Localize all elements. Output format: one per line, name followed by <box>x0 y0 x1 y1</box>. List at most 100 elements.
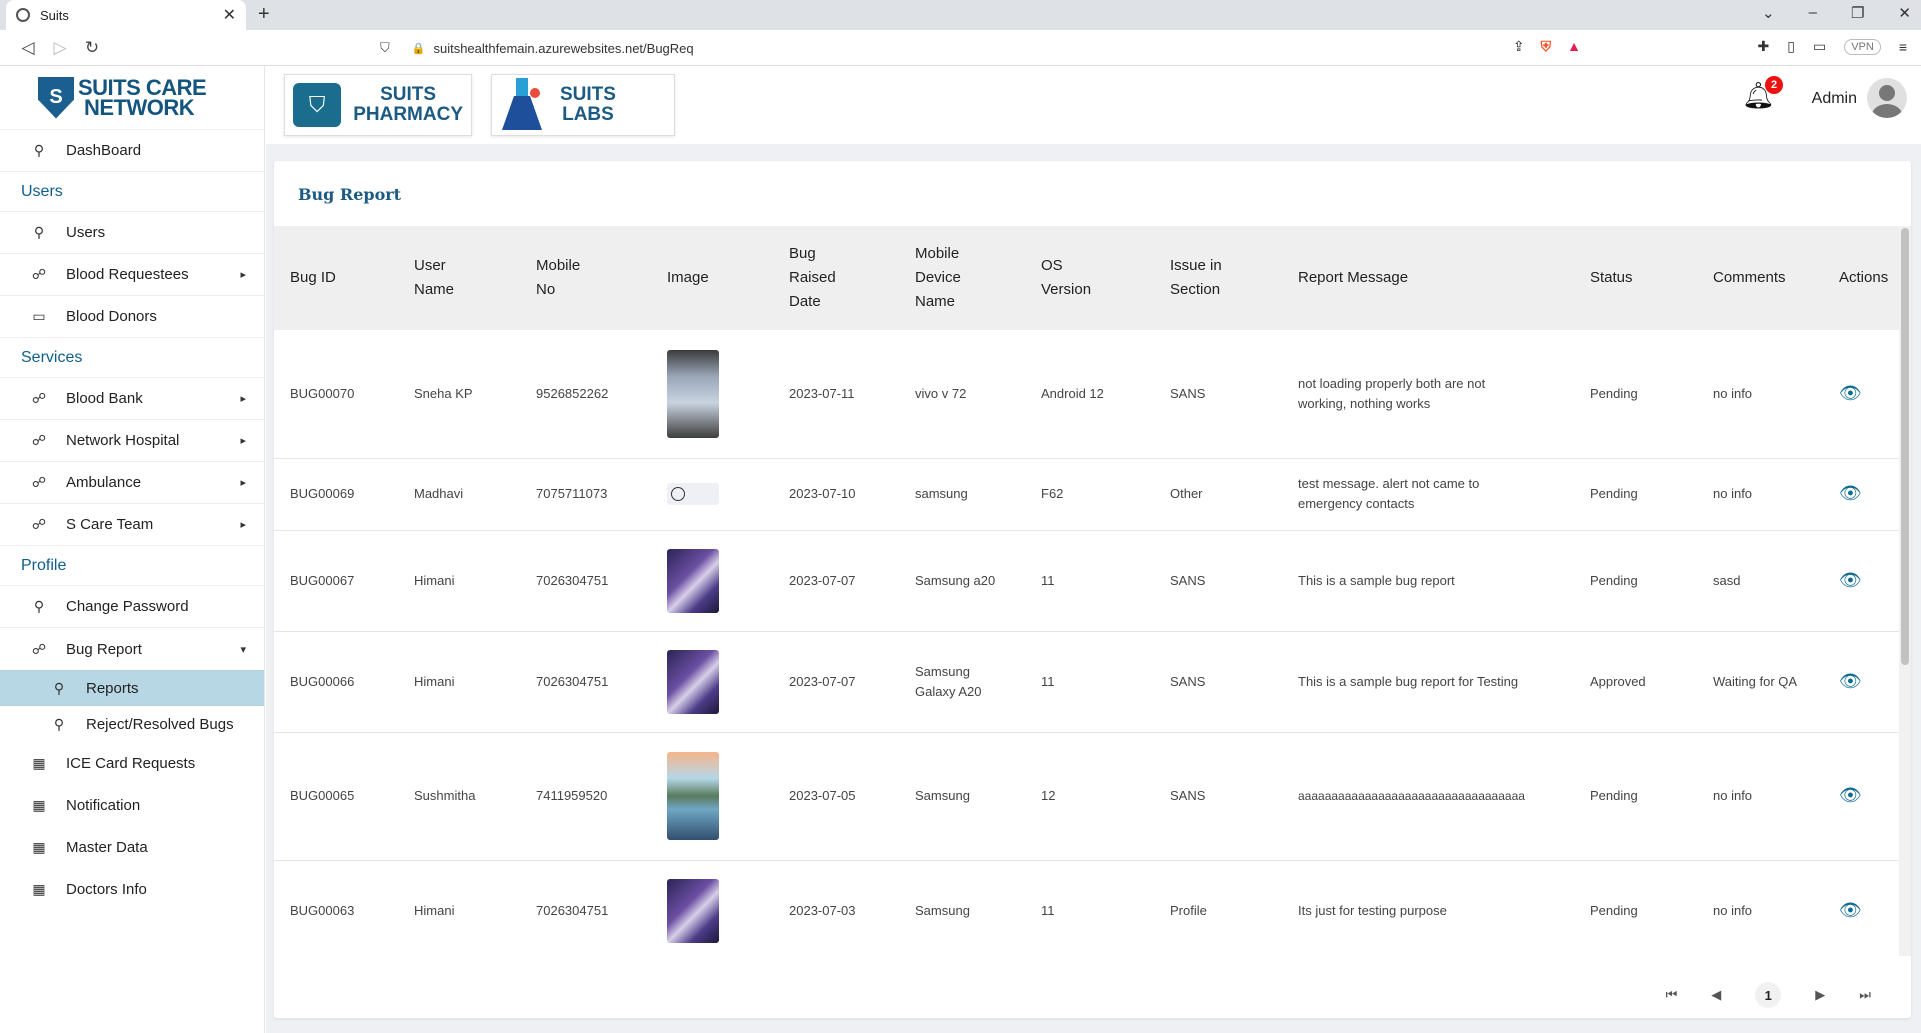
sidebar-item-label: Master Data <box>66 838 148 856</box>
cell-user: Sushmitha <box>398 732 520 861</box>
view-eye-icon[interactable]: 👁︎ <box>1839 785 1862 805</box>
next-page-icon[interactable]: ▶ <box>1815 987 1825 1003</box>
sidebar-item-network-hospital[interactable]: ☍ Network Hospital ▸ <box>0 420 264 462</box>
col-section[interactable]: Issue in Section <box>1154 226 1282 330</box>
first-page-icon[interactable]: ⏮ <box>1666 987 1678 1003</box>
restore-icon[interactable]: ❐ <box>1851 4 1864 22</box>
labs-line-1: SUITS <box>560 84 616 105</box>
status-badge: Pending <box>1574 530 1697 632</box>
rewards-icon[interactable]: ▲ <box>1567 38 1581 55</box>
cell-actions: 👁︎ <box>1823 732 1899 861</box>
sidebar-item-blood-donors[interactable]: ▭ Blood Donors <box>0 296 264 338</box>
view-eye-icon[interactable]: 👁︎ <box>1839 900 1862 920</box>
sidebar-item-scare-team[interactable]: ☍ S Care Team ▸ <box>0 504 264 546</box>
scrollbar-thumb[interactable] <box>1901 228 1909 665</box>
bug-report-card: Bug Report Bug ID User Name Mobile No Imag… <box>274 161 1911 1018</box>
sidebar: S SUITS CARE NETWORK ⚲ DashBoard Users ⚲ U… <box>0 66 265 1033</box>
user-name[interactable]: Admin <box>1812 90 1857 108</box>
notification-badge: 2 <box>1765 76 1783 94</box>
bug-screenshot-thumbnail[interactable] <box>667 548 719 613</box>
table-scrollbar[interactable] <box>1899 226 1911 956</box>
col-device[interactable]: Mobile Device Name <box>899 226 1025 330</box>
main-content: ⛉ SUITS PHARMACY SUITS LABS 🔔︎ 2 Admin B… <box>266 66 1921 1033</box>
col-os[interactable]: OS Version <box>1025 226 1154 330</box>
col-user-name[interactable]: User Name <box>398 226 520 330</box>
sidebar-item-label: Blood Donors <box>66 308 157 325</box>
view-eye-icon[interactable]: 👁︎ <box>1839 483 1862 503</box>
last-page-icon[interactable]: ⏭ <box>1859 987 1871 1003</box>
sidebar-item-users[interactable]: ⚲ Users <box>0 212 264 254</box>
avatar[interactable] <box>1867 78 1907 118</box>
prev-page-icon[interactable]: ◀ <box>1711 987 1721 1003</box>
sidebar-item-reports[interactable]: ⚲ Reports <box>0 670 264 706</box>
share-icon[interactable]: ⇪ <box>1513 38 1525 55</box>
cell-section: SANS <box>1154 732 1282 861</box>
sidebar-item-reject-resolved[interactable]: ⚲ Reject/Resolved Bugs <box>0 706 264 742</box>
cell-comments: no info <box>1697 458 1823 531</box>
browser-tab[interactable]: Suits ✕ <box>6 0 246 30</box>
col-bug-id[interactable]: Bug ID <box>274 226 398 330</box>
user-icon: ⚲ <box>33 142 45 158</box>
group-icon: ☍ <box>31 432 47 448</box>
cell-actions: 👁︎ <box>1823 330 1899 459</box>
col-comments[interactable]: Comments <box>1697 226 1823 330</box>
sidebar-toggle-icon[interactable]: ▯ <box>1787 38 1795 55</box>
sidebar-item-bug-report[interactable]: ☍ Bug Report ▾ <box>0 628 264 670</box>
cell-actions: 👁︎ <box>1823 458 1899 531</box>
notification-bell-icon[interactable]: 🔔︎ 2 <box>1742 76 1783 111</box>
sidebar-item-change-password[interactable]: ⚲ Change Password <box>0 586 264 628</box>
view-eye-icon[interactable]: 👁︎ <box>1839 383 1862 403</box>
pharmacy-link[interactable]: ⛉ SUITS PHARMACY <box>284 74 472 136</box>
menu-icon[interactable]: ≡ <box>1899 39 1907 55</box>
calendar-icon: ▦ <box>32 880 46 897</box>
labs-link[interactable]: SUITS LABS <box>491 74 675 136</box>
view-eye-icon[interactable]: 👁︎ <box>1839 570 1862 590</box>
cell-device: Samsung a20 <box>899 530 1025 632</box>
sidebar-item-master-data[interactable]: ▦ Master Data <box>0 826 264 868</box>
brave-shield-icon[interactable]: ⛨ <box>1541 38 1552 55</box>
col-status[interactable]: Status <box>1574 226 1697 330</box>
extensions-icon[interactable]: ✚ <box>1758 38 1770 55</box>
back-icon[interactable]: ◁ <box>12 38 44 58</box>
wallet-icon[interactable]: ▭ <box>1813 38 1826 55</box>
sidebar-item-blood-requestees[interactable]: ☍ Blood Requestees ▸ <box>0 254 264 296</box>
vpn-button[interactable]: VPN <box>1844 38 1881 55</box>
bookmark-icon[interactable]: ⛉ <box>380 40 390 56</box>
reload-icon[interactable]: ↻ <box>76 38 108 58</box>
tab-search-icon[interactable]: ⌄ <box>1762 4 1775 22</box>
col-image[interactable]: Image <box>651 226 773 330</box>
cell-image <box>651 631 773 733</box>
new-tab-icon[interactable]: + <box>258 3 270 26</box>
url-field[interactable]: ⛉ 🔒 suitshealthfemain.azurewebsites.net/… <box>380 35 1500 61</box>
current-page-button[interactable]: 1 <box>1755 982 1782 1008</box>
cell-actions: 👁︎ <box>1823 530 1899 632</box>
cell-bug-id: BUG00063 <box>274 860 398 956</box>
sidebar-item-label: ICE Card Requests <box>66 754 196 772</box>
col-date[interactable]: Bug Raised Date <box>773 226 899 330</box>
sidebar-item-label: Reports <box>86 679 139 697</box>
sidebar-item-ice-card[interactable]: ▦ ICE Card Requests <box>0 742 264 784</box>
status-badge: Pending <box>1574 860 1697 956</box>
sidebar-item-ambulance[interactable]: ☍ Ambulance ▸ <box>0 462 264 504</box>
sidebar-item-blood-bank[interactable]: ☍ Blood Bank ▸ <box>0 378 264 420</box>
sidebar-item-doctors-info[interactable]: ▦ Doctors Info <box>0 868 264 910</box>
close-tab-icon[interactable]: ✕ <box>223 5 236 25</box>
bug-screenshot-thumbnail[interactable] <box>667 752 719 840</box>
col-mobile[interactable]: Mobile No <box>520 226 651 330</box>
view-eye-icon[interactable]: 👁︎ <box>1839 671 1862 691</box>
chevron-right-icon: ▸ <box>240 435 246 447</box>
bug-screenshot-thumbnail[interactable] <box>667 483 719 505</box>
forward-icon[interactable]: ▷ <box>44 38 76 58</box>
minimize-icon[interactable]: – <box>1809 4 1817 22</box>
sidebar-item-notification[interactable]: ▦ Notification <box>0 784 264 826</box>
sidebar-item-dashboard[interactable]: ⚲ DashBoard <box>0 130 264 172</box>
bug-screenshot-thumbnail[interactable] <box>667 349 719 438</box>
logo[interactable]: S SUITS CARE NETWORK <box>0 66 264 130</box>
bug-screenshot-thumbnail[interactable] <box>667 649 719 714</box>
sidebar-item-label: Reject/Resolved Bugs <box>86 715 234 733</box>
bug-screenshot-thumbnail[interactable] <box>667 878 719 943</box>
cell-bug-id: BUG00067 <box>274 530 398 632</box>
pharmacy-line-1: SUITS <box>380 84 437 105</box>
col-message[interactable]: Report Message <box>1282 226 1574 330</box>
close-window-icon[interactable]: ✕ <box>1898 4 1911 22</box>
